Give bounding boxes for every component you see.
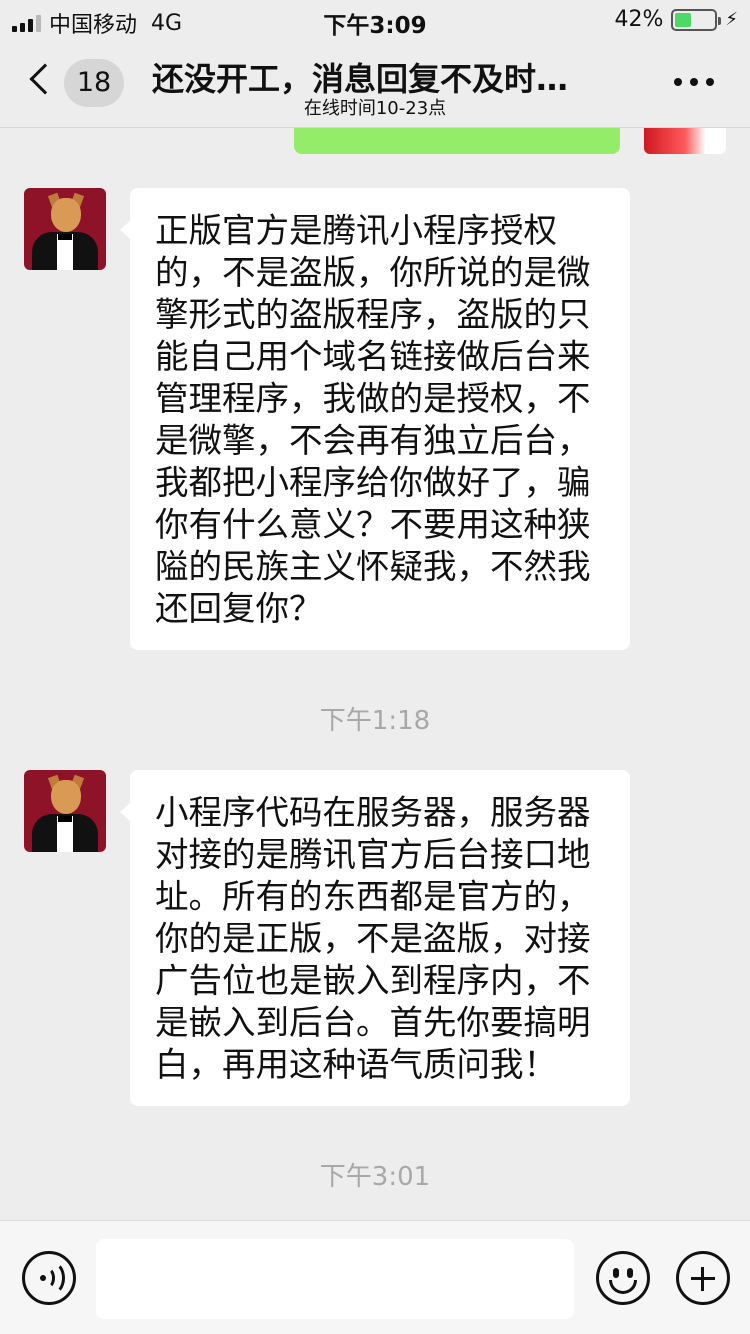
avatar[interactable]: [24, 770, 106, 852]
plus-icon[interactable]: [676, 1251, 730, 1305]
avatar[interactable]: [24, 188, 106, 270]
chat-subtitle: 在线时间10-23点: [303, 98, 447, 119]
sent-message-bubble-partial[interactable]: [294, 128, 620, 154]
back-arrow-icon[interactable]: [29, 63, 61, 95]
received-message-bubble[interactable]: 正版官方是腾讯小程序授权的，不是盗版，你所说的是微擎形式的盗版程序，盗版的只能自…: [120, 188, 630, 650]
message-timestamp: 下午1:18: [319, 706, 431, 736]
chat-header: 18 还没开工，消息回复不及时… 在线时间10-23点: [0, 40, 750, 128]
input-bar: [0, 1220, 750, 1334]
message-list[interactable]: 正版官方是腾讯小程序授权的，不是盗版，你所说的是微擎形式的盗版程序，盗版的只能自…: [0, 128, 750, 1220]
battery-icon: [671, 8, 722, 31]
voice-input-icon[interactable]: [22, 1251, 76, 1305]
message-timestamp: 下午3:01: [319, 1162, 431, 1192]
received-message-bubble[interactable]: 小程序代码在服务器，服务器对接的是腾讯官方后台接口地址。所有的东西都是官方的，你…: [120, 770, 630, 1106]
status-bar: 中国移动 4G 下午3:09 42% ⚡: [0, 0, 750, 40]
status-right: 42% ⚡: [614, 7, 738, 32]
more-options-icon[interactable]: [674, 78, 714, 86]
battery-percent: 42%: [614, 7, 664, 32]
emoji-icon[interactable]: [596, 1251, 650, 1305]
charging-icon: ⚡: [725, 9, 738, 30]
sent-image-partial[interactable]: [644, 128, 726, 154]
message-input[interactable]: [96, 1239, 574, 1319]
